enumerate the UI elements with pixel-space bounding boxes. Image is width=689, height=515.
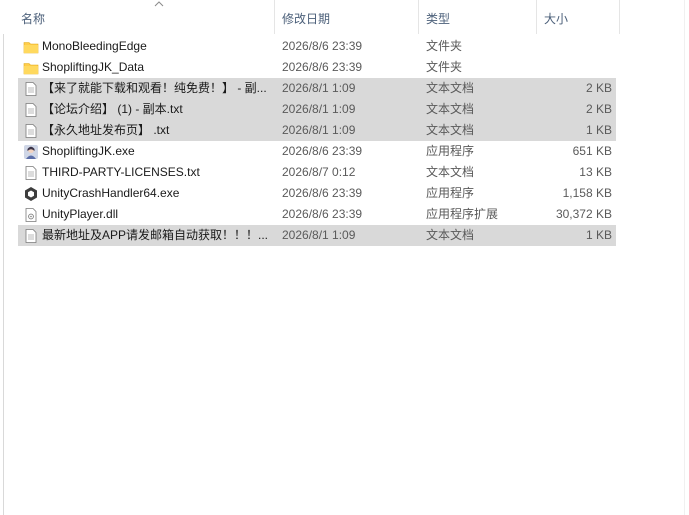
- file-row[interactable]: THIRD-PARTY-LICENSES.txt 2026/8/7 0:12 文本文…: [18, 162, 616, 183]
- text-file-icon: [23, 228, 39, 244]
- file-name: 【论坛介绍】 (1) - 副本.txt: [42, 102, 183, 116]
- sort-ascending-icon: [154, 1, 164, 7]
- file-row[interactable]: MonoBleedingEdge 2026/8/6 23:39 文件夹: [18, 36, 616, 57]
- file-date: 2026/8/6 23:39: [282, 144, 363, 158]
- file-type: 文本文档: [426, 228, 475, 242]
- column-header-size-label: 大小: [544, 12, 569, 26]
- file-size: 1 KB: [585, 123, 612, 137]
- column-header-type[interactable]: 类型: [419, 0, 536, 34]
- file-type: 文件夹: [426, 60, 463, 74]
- file-name: THIRD-PARTY-LICENSES.txt: [42, 165, 200, 179]
- file-size: [538, 57, 612, 78]
- file-date: 2026/8/6 23:39: [282, 39, 363, 53]
- file-row[interactable]: ShopliftingJK.exe 2026/8/6 23:39 应用程序 651 K…: [18, 141, 616, 162]
- left-pane-border: [3, 34, 4, 515]
- file-list: MonoBleedingEdge 2026/8/6 23:39 文件夹 Shoplif…: [18, 36, 616, 246]
- text-file-icon: [23, 123, 39, 139]
- app-exe-icon: [23, 144, 39, 160]
- file-size: 1 KB: [585, 228, 612, 242]
- column-header-type-label: 类型: [426, 12, 451, 26]
- file-row[interactable]: UnityPlayer.dll 2026/8/6 23:39 应用程序扩展 30,37…: [18, 204, 616, 225]
- column-header-date-label: 修改日期: [282, 12, 331, 26]
- file-name: MonoBleedingEdge: [42, 39, 147, 53]
- file-row[interactable]: 【论坛介绍】 (1) - 副本.txt 2026/8/1 1:09 文本文档 2 KB: [18, 99, 616, 120]
- file-name: ShopliftingJK.exe: [42, 144, 135, 158]
- file-row[interactable]: 【永久地址发布页】 .txt 2026/8/1 1:09 文本文档 1 KB: [18, 120, 616, 141]
- file-name: UnityCrashHandler64.exe: [42, 186, 180, 200]
- file-name: UnityPlayer.dll: [42, 207, 119, 221]
- file-type: 文件夹: [426, 39, 463, 53]
- file-size: 30,372 KB: [555, 207, 612, 221]
- file-date: 2026/8/6 23:39: [282, 186, 363, 200]
- column-divider[interactable]: [619, 0, 620, 34]
- unity-icon: [23, 186, 39, 202]
- file-size: 2 KB: [585, 102, 612, 116]
- column-header-name-label: 名称: [21, 12, 46, 26]
- file-type: 文本文档: [426, 102, 475, 116]
- file-name: 【来了就能下载和观看！纯免费！】 - 副...: [42, 81, 267, 95]
- file-date: 2026/8/1 1:09: [282, 102, 356, 116]
- file-type: 应用程序扩展: [426, 207, 499, 221]
- file-type: 应用程序: [426, 186, 475, 200]
- file-name: ShopliftingJK_Data: [42, 60, 145, 74]
- text-file-icon: [23, 165, 39, 181]
- right-pane-border: [684, 0, 685, 515]
- file-type: 文本文档: [426, 81, 475, 95]
- folder-icon: [23, 60, 39, 76]
- file-name: 【永久地址发布页】 .txt: [42, 123, 170, 137]
- file-size: 13 KB: [579, 165, 612, 179]
- file-row[interactable]: 【来了就能下载和观看！纯免费！】 - 副... 2026/8/1 1:09 文本文档…: [18, 78, 616, 99]
- file-row[interactable]: UnityCrashHandler64.exe 2026/8/6 23:39 应用程…: [18, 183, 616, 204]
- folder-icon: [23, 39, 39, 55]
- file-size: [538, 36, 612, 57]
- dll-file-icon: [23, 207, 39, 223]
- column-header-name[interactable]: 名称: [14, 0, 274, 34]
- file-date: 2026/8/6 23:39: [282, 207, 363, 221]
- file-date: 2026/8/1 1:09: [282, 228, 356, 242]
- file-size: 651 KB: [572, 144, 612, 158]
- file-size: 2 KB: [585, 81, 612, 95]
- file-name: 最新地址及APP请发邮箱自动获取！！！...: [42, 228, 268, 242]
- file-type: 文本文档: [426, 165, 475, 179]
- file-date: 2026/8/6 23:39: [282, 60, 363, 74]
- file-date: 2026/8/1 1:09: [282, 81, 356, 95]
- file-size: 1,158 KB: [562, 186, 612, 200]
- file-date: 2026/8/7 0:12: [282, 165, 356, 179]
- file-row[interactable]: 最新地址及APP请发邮箱自动获取！！！... 2026/8/1 1:09 文本文档 1…: [18, 225, 616, 246]
- column-header-size[interactable]: 大小: [537, 0, 619, 34]
- text-file-icon: [23, 81, 39, 97]
- text-file-icon: [23, 102, 39, 118]
- file-type: 应用程序: [426, 144, 475, 158]
- column-header-bar: 名称 修改日期 类型 大小: [0, 0, 689, 34]
- file-row[interactable]: ShopliftingJK_Data 2026/8/6 23:39 文件夹: [18, 57, 616, 78]
- column-header-date[interactable]: 修改日期: [275, 0, 418, 34]
- file-date: 2026/8/1 1:09: [282, 123, 356, 137]
- file-type: 文本文档: [426, 123, 475, 137]
